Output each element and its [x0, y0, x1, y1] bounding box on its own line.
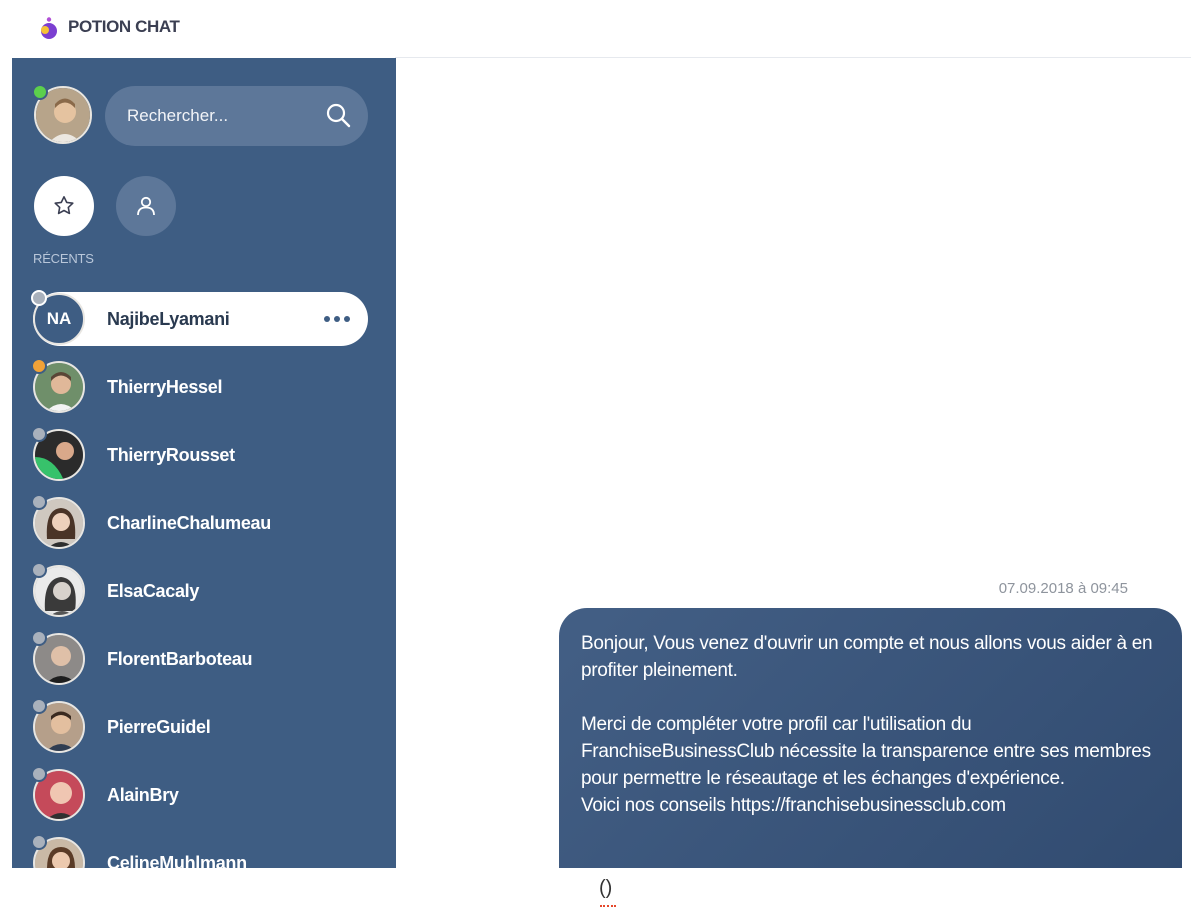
search-placeholder: Rechercher...: [127, 106, 229, 125]
status-indicator: [31, 494, 47, 510]
contact-name: PierreGuidel: [107, 717, 211, 737]
contact-item[interactable]: PierreGuidel: [31, 698, 368, 754]
search-field[interactable]: Rechercher...: [105, 86, 368, 146]
contact-name: ThierryRousset: [107, 445, 235, 465]
status-indicator: [31, 358, 47, 374]
status-indicator: [31, 630, 47, 646]
status-indicator: [31, 426, 47, 442]
status-indicator: [31, 290, 47, 306]
search-icon[interactable]: [324, 101, 352, 129]
spellcheck-underline: [600, 902, 616, 907]
message-paragraph: Merci de compléter votre profil car l'ut…: [581, 714, 1151, 789]
recent-section-label: RÉCENTS: [33, 251, 94, 266]
contact-item[interactable]: FlorentBarboteau: [31, 630, 368, 686]
contact-name: ThierryHessel: [107, 377, 223, 397]
contact-name: CharlineChalumeau: [107, 513, 271, 533]
message-paragraph: Bonjour, Vous venez d'ouvrir un compte e…: [581, 633, 1153, 681]
header-divider: [395, 57, 1191, 58]
star-icon: [54, 196, 74, 215]
contact-item[interactable]: ThierryRousset: [31, 426, 368, 482]
contact-item[interactable]: ThierryHessel: [31, 358, 368, 414]
status-indicator: [31, 834, 47, 850]
contact-name: AlainBry: [107, 785, 179, 805]
contact-item[interactable]: CelineMuhlmann: [31, 834, 368, 868]
current-user-online-status: [32, 84, 48, 100]
contact-item[interactable]: NA NajibeLyamani: [31, 290, 368, 346]
more-options-icon[interactable]: [324, 316, 354, 324]
app-header: POTION CHAT: [0, 0, 1191, 57]
status-indicator: [31, 766, 47, 782]
contact-item[interactable]: AlainBry: [31, 766, 368, 822]
favorites-filter-button[interactable]: [34, 176, 94, 236]
status-indicator: [31, 698, 47, 714]
contact-name: ElsaCacaly: [107, 581, 200, 601]
footer-area: [0, 868, 1191, 910]
contacts-filter-button[interactable]: [116, 176, 176, 236]
potion-logo-icon: [41, 17, 57, 39]
message-timestamp: 07.09.2018 à 09:45: [998, 580, 1128, 597]
contact-name: FlorentBarboteau: [107, 649, 253, 669]
user-icon: [137, 196, 155, 216]
status-indicator: [31, 562, 47, 578]
footer-text: (): [599, 877, 613, 899]
contact-name: NajibeLyamani: [107, 309, 230, 329]
message-link-paragraph[interactable]: Voici nos conseils https://franchisebusi…: [581, 792, 1160, 819]
contact-name: CelineMuhlmann: [107, 853, 247, 868]
message-bubble: Bonjour, Vous venez d'ouvrir un compte e…: [559, 608, 1182, 870]
sidebar: Rechercher... RÉCENTS NA NajibeLyamani T…: [12, 58, 396, 868]
app-title: POTION CHAT: [68, 17, 180, 36]
contact-item[interactable]: CharlineChalumeau: [31, 494, 368, 550]
contact-item[interactable]: ElsaCacaly: [31, 562, 368, 618]
